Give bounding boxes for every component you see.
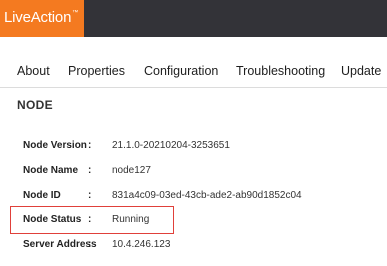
field-row-node-name: Node Name : node127 (0, 165, 387, 181)
field-label: Server Address (23, 239, 97, 250)
field-colon: : (88, 239, 92, 250)
field-value: 21.1.0-20210204-3253651 (112, 140, 230, 151)
tab-troubleshooting[interactable]: Troubleshooting (236, 64, 325, 78)
logo-text: LiveAction™ (4, 9, 78, 26)
field-value: node127 (112, 165, 151, 176)
tab-about[interactable]: About (17, 64, 50, 78)
tab-properties[interactable]: Properties (68, 64, 125, 78)
trademark-mark: ™ (72, 10, 79, 16)
field-label: Node Version (23, 140, 87, 151)
logo-wordmark: LiveAction (4, 9, 72, 26)
field-value: 831a4c09-03ed-43cb-ade2-ab90d1852c04 (112, 190, 302, 201)
tab-bar: About Properties Configuration Troublesh… (0, 56, 387, 88)
field-row-node-version: Node Version : 21.1.0-20210204-3253651 (0, 140, 387, 156)
field-value: 10.4.246.123 (112, 239, 171, 250)
section-title: NODE (17, 98, 53, 112)
tab-update[interactable]: Update (341, 64, 381, 78)
brand-logo[interactable]: LiveAction™ (0, 0, 84, 37)
tab-configuration[interactable]: Configuration (144, 64, 218, 78)
field-row-server-address: Server Address : 10.4.246.123 (0, 239, 387, 255)
field-label: Node Name (23, 165, 79, 176)
field-colon: : (88, 165, 92, 176)
top-bar: LiveAction™ (0, 0, 387, 37)
field-row-node-id: Node ID : 831a4c09-03ed-43cb-ade2-ab90d1… (0, 190, 387, 206)
field-colon: : (88, 190, 92, 201)
status-highlight-box (10, 206, 174, 234)
field-colon: : (88, 140, 92, 151)
field-label: Node ID (23, 190, 61, 201)
